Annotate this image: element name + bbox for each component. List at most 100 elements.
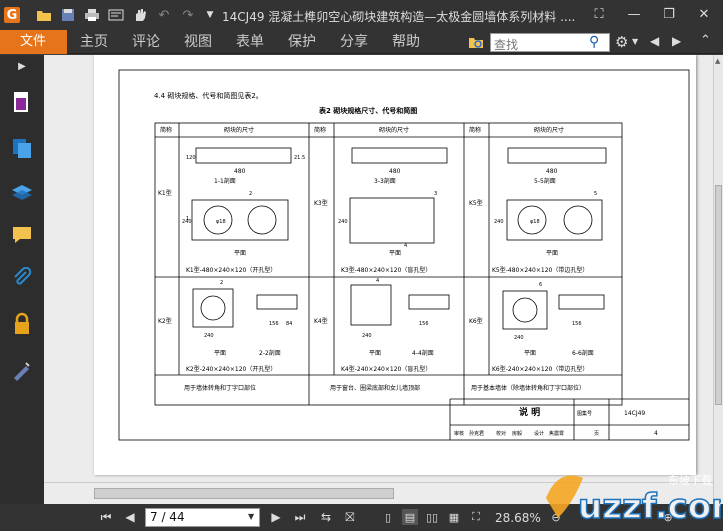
ribbon-next-icon[interactable]: ▶ [672, 34, 681, 48]
row-label-k4: K4型 [314, 317, 328, 325]
undo-icon[interactable]: ↶ [156, 7, 172, 23]
previous-page-icon[interactable]: ◀ [122, 509, 138, 525]
menu-file[interactable]: 文件 [0, 30, 67, 54]
plan-label-k4: 平面 [369, 350, 381, 357]
dim-480-k1: 480 [234, 168, 246, 175]
attachment-icon[interactable] [9, 265, 35, 291]
window-title: 14CJ49 混凝土榫卯空心砌块建筑构造—太极金圆墙体系列材料 .... [222, 10, 576, 24]
print-icon[interactable] [84, 7, 100, 23]
plan-label-k6: 平面 [524, 350, 536, 357]
minimize-button[interactable]: — [625, 6, 643, 24]
watermark-text: uzzf.com [578, 487, 721, 527]
menu-view[interactable]: 视图 [184, 30, 212, 54]
usage-k5-k6: 用于基本墙体（除墙体转角和丁字口部位） [471, 384, 585, 392]
vertical-scroll-thumb[interactable] [715, 185, 722, 405]
caption-k3: K3型-480×240×120（盲孔型） [341, 266, 431, 274]
hand-tool-icon[interactable] [132, 7, 148, 23]
collapse-ribbon-icon[interactable]: ⌃ [700, 33, 711, 48]
search-field: ⚲ [490, 33, 610, 54]
menu-home[interactable]: 主页 [80, 30, 108, 54]
page-thumbnail-icon[interactable] [9, 89, 35, 115]
caption-k4: K4型-240×240×120（盲孔型） [341, 365, 431, 373]
restore-button[interactable]: ❐ [660, 6, 678, 24]
dim-156-k6: 156 [572, 321, 582, 327]
next-page-icon[interactable]: ▶ [268, 509, 284, 525]
sheet-page-number: 4 [654, 430, 658, 437]
dim-240-k3: 240 [338, 219, 348, 225]
mark-5-k5: 5 [594, 191, 597, 197]
hole-dia-k1: φ18 [216, 219, 226, 225]
folder-search-icon[interactable] [468, 34, 484, 50]
fit-view-icon[interactable]: ⛶ [468, 509, 484, 525]
caption-k2: K2型-240×240×120（开孔型） [186, 365, 276, 373]
caption-k6: K6型-240×240×120（带边孔型） [492, 365, 588, 373]
search-icon[interactable]: ⚲ [589, 34, 607, 51]
close-button[interactable]: ✕ [695, 6, 713, 24]
mark-4-k4: 4 [376, 278, 379, 284]
designer-name: 焦震霄 [549, 430, 564, 437]
ribbon-prev-icon[interactable]: ◀ [650, 34, 659, 48]
section-2-2: 2-2剖面 [259, 349, 281, 357]
menu-form[interactable]: 表单 [236, 30, 264, 54]
settings-dropdown-icon[interactable]: ▼ [632, 37, 642, 47]
signature-icon[interactable] [9, 357, 35, 383]
gear-icon[interactable]: ⚙ [615, 33, 631, 51]
single-page-view-icon[interactable]: ▯ [380, 509, 396, 525]
document-viewport[interactable]: 4.4 砌块规格、代号和简图见表2。 表2 砌块规格尺寸、代号和简图 简称 砌块… [44, 55, 713, 482]
page-label: 页 [594, 431, 599, 437]
search-input[interactable] [491, 36, 587, 54]
menu-share[interactable]: 分享 [340, 30, 368, 54]
first-page-icon[interactable]: ⏮ [98, 509, 114, 525]
mark-1-k1: 1 [186, 216, 189, 222]
menu-comment[interactable]: 评论 [132, 30, 160, 54]
menu-help[interactable]: 帮助 [392, 30, 420, 54]
scroll-up-icon[interactable]: ▲ [715, 57, 720, 65]
check-label: 校对 [496, 430, 506, 437]
atlas-number-label: 图集号 [577, 410, 592, 417]
vertical-scrollbar[interactable]: ▲ [713, 55, 723, 504]
comment-icon[interactable] [9, 222, 35, 248]
fullscreen-icon[interactable]: ⛶ [590, 6, 608, 24]
mark-6-k6: 6 [539, 282, 542, 288]
stop-icon[interactable]: ⛝ [342, 509, 358, 525]
watermark-logo: uzzf.com 东坡下载 [538, 458, 723, 531]
atlas-number: 14CJ49 [624, 410, 645, 417]
dim-240-k2: 240 [204, 333, 214, 339]
section-1-1: 1-1剖面 [214, 177, 236, 185]
layers-icon[interactable] [9, 180, 35, 206]
col-header-size-1: 砌块的尺寸 [224, 126, 254, 134]
caption-k5: K5型-480×240×120（带边孔型） [492, 266, 588, 274]
mark-2-k1: 2 [249, 191, 252, 197]
horizontal-scroll-thumb[interactable] [94, 488, 394, 499]
page-number-input[interactable]: 7 / 44 [145, 508, 260, 527]
title-block-name: 说 明 [519, 406, 540, 418]
redo-icon[interactable]: ↷ [180, 7, 196, 23]
plan-label-k5: 平面 [546, 250, 558, 257]
pages-icon[interactable] [9, 135, 35, 161]
caption-k1: K1型-480×240×120（开孔型） [186, 266, 276, 274]
last-page-icon[interactable]: ⏭ [292, 509, 308, 525]
customize-dropdown-icon[interactable]: ▼ [202, 7, 218, 23]
dim-480-k5: 480 [546, 168, 558, 175]
zoom-level[interactable]: 28.68% [495, 511, 541, 525]
dim-21-k1: 21.5 [294, 155, 305, 161]
col-header-jc-2: 简称 [314, 126, 326, 134]
col-header-jc-3: 简称 [469, 126, 481, 134]
open-folder-icon[interactable] [36, 7, 52, 23]
security-lock-icon[interactable] [9, 311, 35, 337]
save-icon[interactable] [60, 7, 76, 23]
menu-protect[interactable]: 保护 [288, 30, 316, 54]
properties-icon[interactable] [108, 7, 124, 23]
facing-continuous-view-icon[interactable]: ▦ [446, 509, 462, 525]
dim-120-k1: 120 [186, 155, 196, 161]
dim-480-k3: 480 [389, 168, 401, 175]
mark-3-k3: 3 [434, 191, 437, 197]
row-label-k3: K3型 [314, 199, 328, 207]
continuous-view-icon[interactable]: ▤ [402, 509, 418, 525]
page-dropdown-icon[interactable]: ▼ [248, 512, 254, 521]
convert-icon[interactable]: ⇆ [318, 509, 334, 525]
expand-panel-icon[interactable]: ▶ [9, 55, 35, 77]
dim-84-k2: 84 [286, 321, 292, 327]
facing-view-icon[interactable]: ▯▯ [424, 509, 440, 525]
table-title: 表2 砌块规格尺寸、代号和简图 [318, 106, 417, 115]
